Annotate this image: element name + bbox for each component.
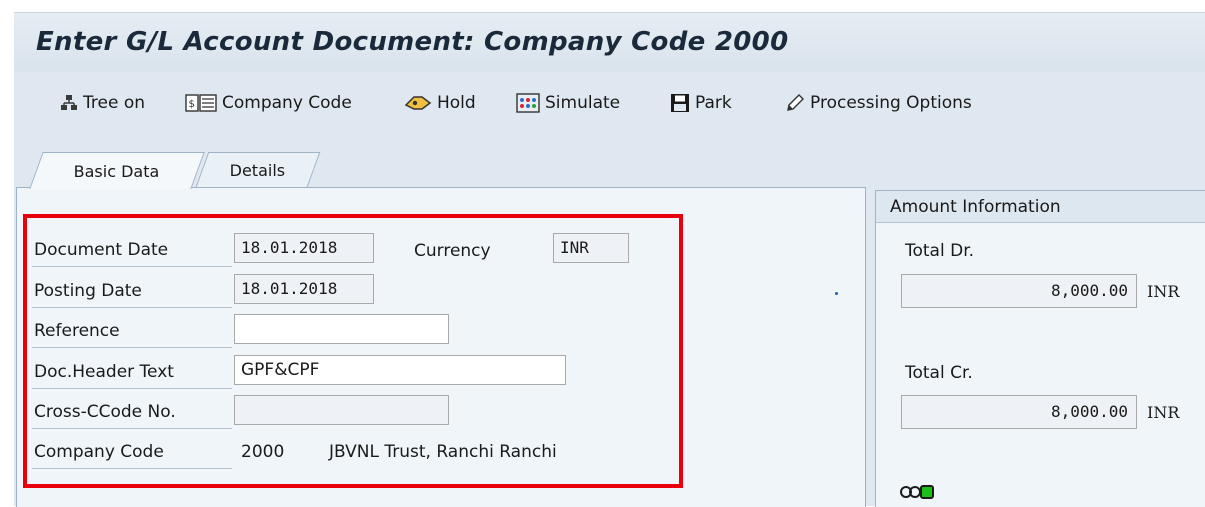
posting-date-label: Posting Date [34,281,142,301]
company-code-button[interactable]: $ Company Code [185,90,352,116]
hold-label: Hold [437,93,476,113]
processing-options-button[interactable]: Processing Options [785,90,972,116]
company-code-icon: $ [185,94,217,112]
company-code-label: Company Code [222,93,352,113]
simulate-label: Simulate [545,93,621,113]
total-dr-field[interactable]: 8,000.00 [901,274,1137,308]
reference-input[interactable] [234,314,449,344]
tab-basic-data[interactable]: Basic Data [29,152,205,189]
title-bar: Enter G/L Account Document: Company Code… [14,12,1205,73]
tree-on-label: Tree on [83,93,145,113]
simulate-icon [516,93,540,113]
label-underline [32,428,232,429]
amount-info-header: Amount Information [876,191,1205,223]
park-icon [671,94,689,112]
label-underline [32,347,232,348]
document-date-field[interactable]: 18.01.2018 [234,233,374,263]
document-date-label: Document Date [34,240,169,260]
park-button[interactable]: Park [670,90,732,116]
page-title: Enter G/L Account Document: Company Code… [36,27,789,57]
company-code-value: 2000 [241,442,285,462]
currency-label: Currency [414,241,491,261]
tab-details[interactable]: Details [195,152,321,187]
total-cr-label: Total Cr. [905,363,973,383]
tab-details-label: Details [230,160,286,180]
traffic-light-icon [900,485,934,499]
tab-basic-data-label: Basic Data [73,161,160,181]
label-underline [32,468,232,469]
reference-label: Reference [34,321,120,341]
hold-icon [404,96,432,110]
label-underline [32,388,232,389]
label-underline [32,266,232,267]
header-text-input[interactable]: GPF&CPF [234,355,566,385]
park-label: Park [695,93,732,113]
total-dr-currency: INR [1147,282,1180,301]
simulate-button[interactable]: Simulate [516,90,620,116]
amount-info-panel [875,190,1205,507]
total-cr-field[interactable]: 8,000.00 [901,395,1137,429]
total-cr-currency: INR [1147,403,1180,422]
balance-status-indicator [900,484,934,500]
currency-field[interactable]: INR [553,233,629,263]
posting-date-field[interactable]: 18.01.2018 [234,274,374,304]
tree-on-button[interactable]: Tree on [60,90,145,116]
cross-ccode-label: Cross-CCode No. [34,402,176,422]
hold-button[interactable]: Hold [404,90,476,116]
processing-options-label: Processing Options [810,93,972,113]
cross-ccode-field[interactable] [234,395,449,425]
total-dr-label: Total Dr. [905,241,975,261]
focus-dot [835,292,838,295]
company-name-value: JBVNL Trust, Ranchi Ranchi [329,442,557,462]
header-text-label: Doc.Header Text [34,362,174,382]
company-code-label: Company Code [34,442,164,462]
svg-text:$: $ [189,99,195,110]
application-toolbar: Tree on $ Company Code Hold Simulate Par… [14,72,1205,135]
tree-icon [61,95,77,110]
label-underline [32,307,232,308]
pencil-icon [787,94,804,111]
